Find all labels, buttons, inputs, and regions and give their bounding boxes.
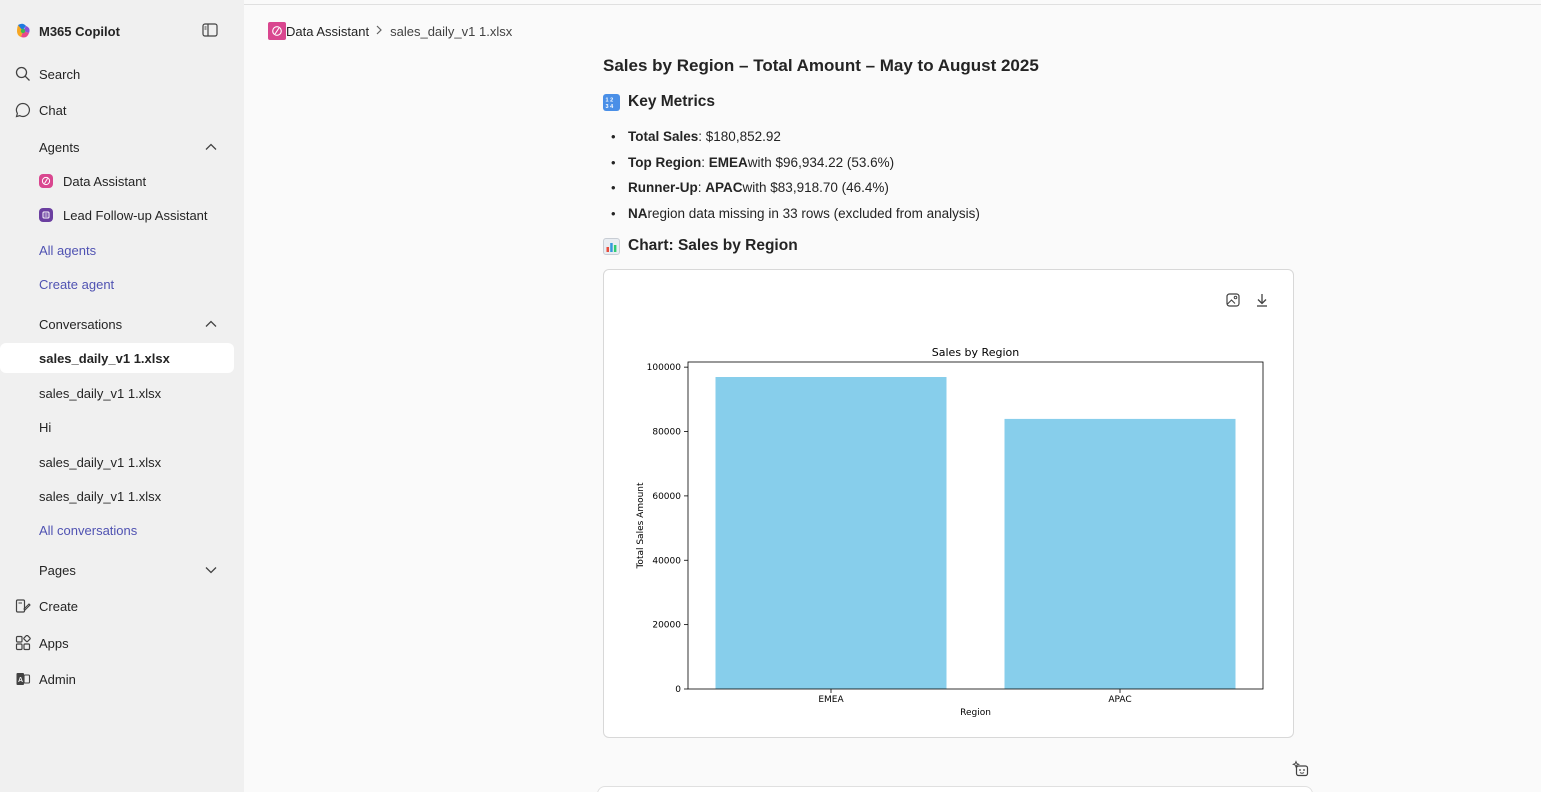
metric-label: Runner-Up	[628, 180, 698, 196]
nav-chat-label: Chat	[39, 102, 67, 118]
metric-value: : $180,852.92	[698, 129, 781, 145]
sparkle-feedback-icon[interactable]	[1292, 760, 1310, 778]
conversation-item[interactable]: sales_daily_v1 1.xlsx	[0, 481, 234, 511]
agent-label: Lead Follow-up Assistant	[63, 207, 208, 223]
nav-admin-label: Admin	[39, 671, 76, 687]
app-title: M365 Copilot	[39, 23, 120, 39]
numbers-emoji-icon: 1 23 4	[603, 93, 620, 111]
metric-value: with $83,918.70 (46.4%)	[742, 180, 889, 196]
bar-apac	[1004, 418, 1236, 689]
copilot-logo-icon	[17, 23, 30, 38]
conversation-item[interactable]: sales_daily_v1 1.xlsx	[0, 378, 234, 408]
nav-search[interactable]: Search	[0, 59, 234, 89]
metrics-heading-text: Key Metrics	[628, 93, 716, 110]
chart-title: Sales by Region	[932, 346, 1019, 359]
nav-create[interactable]: Create	[0, 591, 234, 621]
lead-followup-icon	[39, 208, 53, 222]
conversation-item[interactable]: sales_daily_v1 1.xlsx	[0, 447, 234, 477]
y-tick-label: 40000	[652, 556, 681, 566]
metric-label: NA	[628, 205, 648, 221]
list-item: • NA region data missing in 33 rows (exc…	[611, 205, 980, 221]
breadcrumb: Data Assistant sales_daily_v1 1.xlsx	[268, 22, 512, 40]
metric-value: region data missing in 33 rows (excluded…	[647, 205, 980, 221]
y-tick-label: 80000	[652, 428, 681, 438]
chat-icon	[14, 101, 32, 119]
all-agents-link[interactable]: All agents	[0, 235, 234, 265]
breadcrumb-agent[interactable]: Data Assistant	[286, 24, 369, 39]
metric-region: APAC	[705, 180, 743, 196]
metric-value: with $96,934.22 (53.6%)	[747, 154, 895, 170]
agent-data-assistant[interactable]: Data Assistant	[0, 166, 234, 196]
brand[interactable]: M365 Copilot	[14, 20, 120, 42]
agent-label: Data Assistant	[63, 173, 147, 189]
nav-search-label: Search	[39, 66, 81, 82]
data-assistant-icon	[39, 174, 53, 188]
x-tick-label: APAC	[1108, 695, 1131, 705]
response-title: Sales by Region – Total Amount – May to …	[603, 56, 1039, 75]
x-tick-label: EMEA	[818, 695, 844, 705]
sidebar: M365 Copilot Search Chat Agents Data Ass…	[0, 0, 244, 792]
x-axis-label: Region	[960, 708, 991, 718]
data-assistant-icon	[268, 22, 286, 40]
y-tick-label: 0	[675, 685, 681, 695]
nav-create-label: Create	[39, 598, 79, 614]
y-tick-label: 60000	[652, 492, 681, 502]
create-icon	[14, 597, 32, 615]
conversations-section-toggle[interactable]: Conversations	[0, 309, 234, 339]
agents-header: Agents	[39, 139, 80, 155]
chart-heading: Chart: Sales by Region	[603, 237, 798, 255]
list-item: • Total Sales: $180,852.92	[611, 129, 781, 145]
conversation-item[interactable]: sales_daily_v1 1.xlsx	[0, 343, 234, 373]
chart-heading-text: Chart: Sales by Region	[628, 237, 798, 254]
bar-emea	[715, 377, 947, 689]
metric-label: Total Sales	[628, 129, 699, 145]
chevron-right-icon	[375, 24, 383, 38]
agents-section-toggle[interactable]: Agents	[0, 132, 234, 162]
create-agent-link[interactable]: Create agent	[0, 269, 234, 299]
chevron-down-icon	[205, 567, 217, 574]
metric-colon: :	[697, 180, 706, 196]
svg-text:A: A	[18, 677, 23, 684]
sales-by-region-chart: EMEA APAC 0 20000 40000 60000 80000 100000 Sales…	[636, 346, 1264, 718]
pages-section-toggle[interactable]: Pages	[0, 555, 234, 585]
apps-icon	[14, 634, 32, 652]
pages-header: Pages	[39, 562, 76, 578]
metrics-heading: 1 23 4 Key Metrics	[603, 93, 715, 111]
chevron-up-icon	[205, 320, 217, 327]
search-icon	[14, 65, 32, 83]
list-item: • Runner-Up: APAC with $83,918.70 (46.4%…	[611, 180, 889, 196]
metric-label: Top Region	[628, 154, 702, 170]
metric-region: EMEA	[708, 154, 748, 170]
admin-icon: A	[14, 670, 32, 688]
conversation-item[interactable]: Hi	[0, 412, 234, 442]
y-axis-label: Total Sales Amount	[636, 482, 646, 570]
top-divider	[244, 4, 1541, 5]
breadcrumb-file: sales_daily_v1 1.xlsx	[390, 23, 513, 39]
y-tick-label: 100000	[647, 363, 682, 373]
metrics-list: • Total Sales: $180,852.92 • Top Region:…	[603, 124, 1203, 226]
all-conversations-link[interactable]: All conversations	[0, 515, 234, 545]
conversations-header: Conversations	[39, 316, 123, 332]
nav-apps-label: Apps	[39, 635, 69, 651]
svg-text:3 4: 3 4	[606, 104, 615, 109]
next-message-card	[597, 786, 1313, 792]
list-item: • Top Region: EMEA with $96,934.22 (53.6…	[611, 154, 895, 170]
svg-text:1 2: 1 2	[606, 97, 614, 103]
nav-admin[interactable]: A Admin	[0, 664, 234, 694]
chart-card: EMEA APAC 0 20000 40000 60000 80000 100000 Sales…	[603, 269, 1294, 738]
agent-lead-followup-assistant[interactable]: Lead Follow-up Assistant	[0, 200, 234, 230]
y-tick-label: 20000	[652, 621, 681, 631]
nav-chat[interactable]: Chat	[0, 95, 234, 125]
chevron-up-icon	[205, 143, 217, 150]
nav-apps[interactable]: Apps	[0, 628, 234, 658]
sidebar-toggle-icon[interactable]	[202, 23, 218, 37]
metric-colon: :	[701, 154, 709, 170]
bar-chart-emoji-icon	[603, 237, 620, 255]
